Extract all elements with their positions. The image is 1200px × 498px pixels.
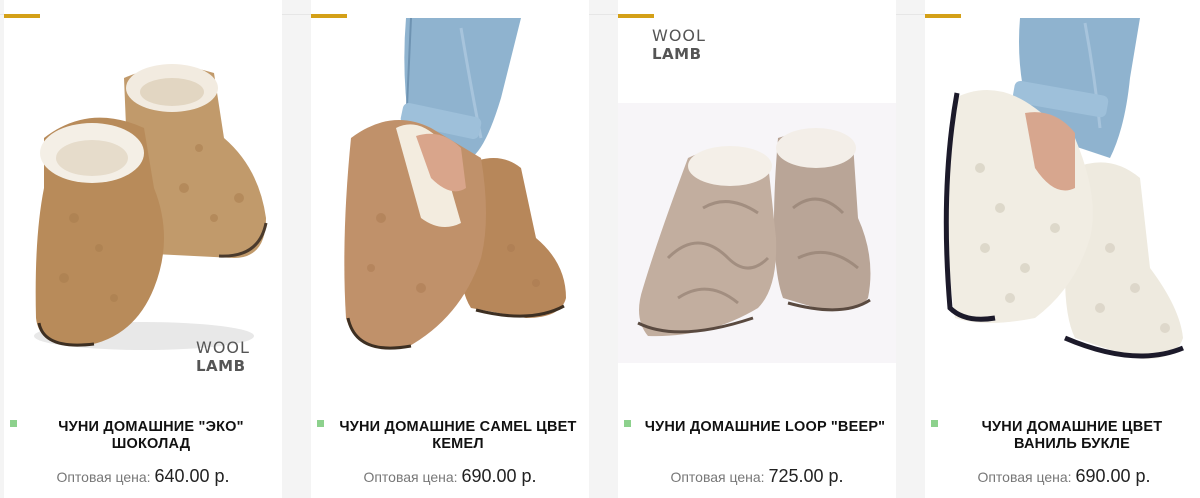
price-label: Оптовая цена:: [977, 469, 1076, 485]
price-value: 725.00 р.: [768, 466, 844, 486]
product-image[interactable]: [925, 18, 1200, 410]
product-title[interactable]: ЧУНИ ДОМАШНИЕ LOOP "BEEP": [642, 419, 888, 436]
price-row: Оптовая цена: 725.00 р.: [618, 466, 896, 487]
product-title[interactable]: ЧУНИ ДОМАШНИЕ CAMEL ЦВЕТ КЕМЕЛ: [335, 419, 581, 453]
product-title[interactable]: ЧУНИ ДОМАШНИЕ ЦВЕТ ВАНИЛЬ БУКЛЕ: [949, 419, 1195, 453]
price-label: Оптовая цена:: [363, 469, 462, 485]
price-row: Оптовая цена: 690.00 р.: [925, 466, 1200, 487]
product-image[interactable]: [618, 18, 896, 410]
product-grid: WOOL LAMB ЧУНИ ДОМАШНИЕ "ЭКО" ШОКОЛАД Оп…: [0, 0, 1200, 498]
price-value: 690.00 р.: [461, 466, 537, 486]
status-badge: [10, 420, 17, 427]
product-card[interactable]: WOOL LAMB ЧУНИ ДОМАШНИЕ LOOP "BEEP" Опто…: [618, 0, 896, 498]
price-row: Оптовая цена: 640.00 р.: [4, 466, 282, 487]
price-label: Оптовая цена:: [670, 469, 769, 485]
product-title[interactable]: ЧУНИ ДОМАШНИЕ "ЭКО" ШОКОЛАД: [28, 419, 274, 453]
status-badge: [624, 420, 631, 427]
product-card[interactable]: ЧУНИ ДОМАШНИЕ CAMEL ЦВЕТ КЕМЕЛ Оптовая ц…: [311, 0, 589, 498]
price-row: Оптовая цена: 690.00 р.: [311, 466, 589, 487]
product-image[interactable]: [311, 18, 589, 410]
brand-logo: WOOL LAMB: [652, 26, 706, 63]
product-card[interactable]: ЧУНИ ДОМАШНИЕ ЦВЕТ ВАНИЛЬ БУКЛЕ Оптовая …: [925, 0, 1200, 498]
price-value: 690.00 р.: [1075, 466, 1151, 486]
product-card[interactable]: WOOL LAMB ЧУНИ ДОМАШНИЕ "ЭКО" ШОКОЛАД Оп…: [4, 0, 282, 498]
price-value: 640.00 р.: [154, 466, 230, 486]
price-label: Оптовая цена:: [56, 469, 155, 485]
brand-logo: WOOL LAMB: [196, 338, 250, 375]
status-badge: [931, 420, 938, 427]
status-badge: [317, 420, 324, 427]
